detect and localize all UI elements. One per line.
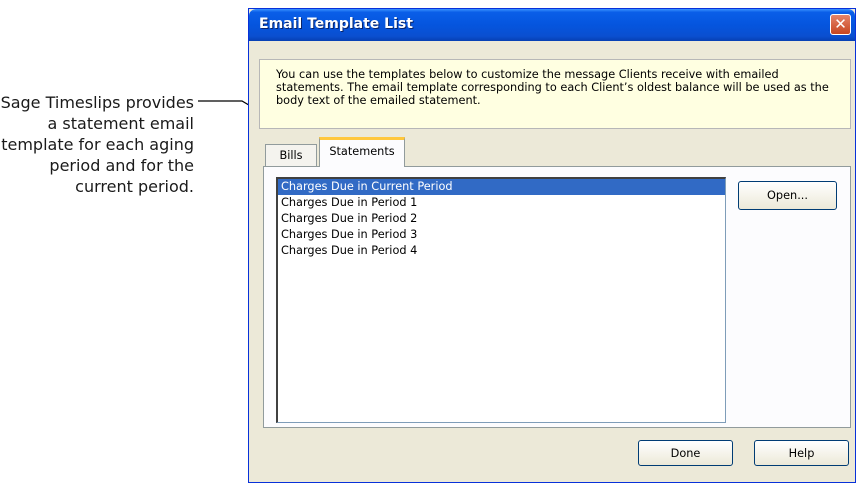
list-item[interactable]: Charges Due in Period 2 [278,211,725,227]
list-item[interactable]: Charges Due in Current Period [278,179,725,195]
tab-bills[interactable]: Bills [265,144,317,166]
close-button[interactable]: ✕ [830,14,851,35]
tab-panel-statements: Charges Due in Current Period Charges Du… [263,166,851,428]
help-button[interactable]: Help [754,440,849,466]
close-icon: ✕ [834,15,847,33]
open-button-label: Open... [767,189,808,202]
callout-text: Sage Timeslips provides a statement emai… [0,93,194,196]
open-button[interactable]: Open... [738,181,837,210]
tab-statements[interactable]: Statements [319,137,405,167]
list-item[interactable]: Charges Due in Period 1 [278,195,725,211]
help-button-label: Help [788,447,815,460]
email-template-list-dialog: Email Template List ✕ You can use the te… [248,8,856,483]
info-box: You can use the templates below to custo… [259,59,851,129]
template-list[interactable]: Charges Due in Current Period Charges Du… [276,177,726,423]
done-button[interactable]: Done [638,440,733,466]
tab-bills-label: Bills [279,149,303,162]
list-item[interactable]: Charges Due in Period 4 [278,243,725,259]
tab-statements-label: Statements [329,145,395,158]
done-button-label: Done [670,447,701,460]
title-bar[interactable]: Email Template List ✕ [249,9,855,41]
info-text: You can use the templates below to custo… [276,68,829,107]
list-item[interactable]: Charges Due in Period 3 [278,227,725,243]
dialog-title: Email Template List [259,16,413,32]
